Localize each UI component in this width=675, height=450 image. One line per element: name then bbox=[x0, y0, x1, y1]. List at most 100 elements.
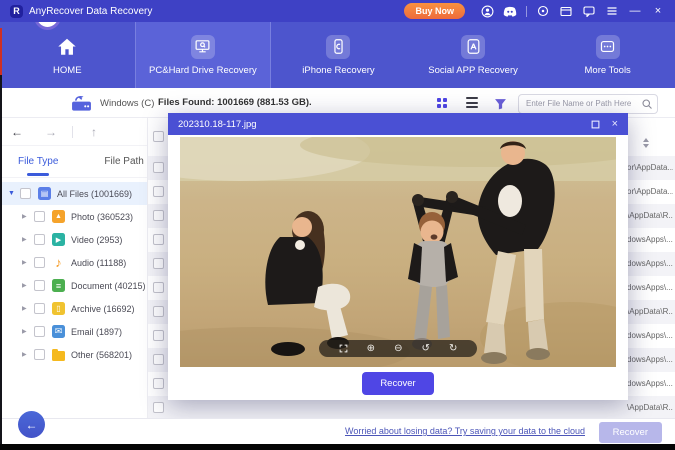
tab-pc-label: PC&Hard Drive Recovery bbox=[149, 65, 257, 76]
drive-icon bbox=[70, 95, 93, 117]
back-arrow-icon[interactable]: ← bbox=[0, 125, 34, 139]
sort-icon[interactable] bbox=[643, 138, 650, 148]
checkbox[interactable] bbox=[153, 162, 164, 173]
tab-more-label: More Tools bbox=[585, 65, 631, 76]
tab-more-tools[interactable]: More Tools bbox=[540, 22, 675, 88]
arrow-divider bbox=[72, 126, 73, 138]
checkbox[interactable] bbox=[153, 378, 164, 389]
drive-label: Windows (C) bbox=[100, 98, 154, 109]
back-button[interactable]: ← bbox=[18, 411, 45, 438]
checkbox[interactable] bbox=[34, 280, 45, 291]
collapse-icon[interactable]: ▼ bbox=[8, 190, 20, 197]
maximize-icon[interactable] bbox=[591, 120, 600, 129]
tree-item-document[interactable]: ▶ ≡ Document (40215) bbox=[0, 274, 147, 297]
cloud-save-link[interactable]: Worried about losing data? Try saving yo… bbox=[345, 426, 585, 436]
forward-arrow-icon[interactable]: → bbox=[34, 125, 68, 139]
checkbox[interactable] bbox=[34, 257, 45, 268]
modal-footer: Recover bbox=[168, 367, 628, 400]
tab-file-path[interactable]: File Path bbox=[102, 147, 145, 176]
tab-file-type[interactable]: File Type bbox=[16, 147, 60, 176]
modal-close-icon[interactable]: × bbox=[612, 119, 618, 130]
checkbox[interactable] bbox=[34, 303, 45, 314]
menu-icon[interactable] bbox=[605, 4, 619, 18]
up-arrow-icon[interactable]: ↑ bbox=[77, 125, 111, 139]
tree-item-audio[interactable]: ▶ ♪ Audio (11188) bbox=[0, 251, 147, 274]
checkbox[interactable] bbox=[153, 210, 164, 221]
checkbox[interactable] bbox=[153, 186, 164, 197]
checkbox[interactable] bbox=[153, 402, 164, 413]
tree-item-video[interactable]: ▶ ▶ Video (2953) bbox=[0, 228, 147, 251]
sidebar-tabs: File Type File Path bbox=[0, 146, 147, 178]
checkbox[interactable] bbox=[34, 211, 45, 222]
checkbox[interactable] bbox=[34, 349, 45, 360]
bottom-edge bbox=[0, 444, 675, 450]
expand-icon[interactable]: ▶ bbox=[22, 328, 34, 335]
feedback-icon[interactable] bbox=[582, 4, 596, 18]
expand-icon[interactable]: ▶ bbox=[22, 213, 34, 220]
social-app-icon bbox=[461, 35, 485, 59]
checkbox[interactable] bbox=[153, 330, 164, 341]
tab-pc-hard-drive-recovery[interactable]: PC&Hard Drive Recovery bbox=[135, 22, 272, 88]
zoom-out-icon[interactable]: ⊖ bbox=[394, 344, 402, 354]
footer-recover-button[interactable]: Recover bbox=[599, 422, 662, 443]
checkbox[interactable] bbox=[153, 258, 164, 269]
files-found-text: Files Found: 1001669 (881.53 GB). bbox=[158, 97, 312, 108]
account-icon[interactable] bbox=[480, 4, 494, 18]
modal-header[interactable]: 202310.18-117.jpg × bbox=[168, 113, 628, 135]
expand-icon[interactable]: ▶ bbox=[22, 236, 34, 243]
rotate-left-icon[interactable]: ↺ bbox=[422, 344, 430, 354]
rotate-right-icon[interactable]: ↻ bbox=[449, 344, 457, 354]
main-nav: HOME PC&Hard Drive Recovery iPhone Recov… bbox=[0, 22, 675, 88]
checkbox[interactable] bbox=[20, 188, 31, 199]
tab-social-app-recovery[interactable]: Social APP Recovery bbox=[406, 22, 541, 88]
select-all-checkbox[interactable] bbox=[153, 131, 164, 142]
checkbox[interactable] bbox=[153, 306, 164, 317]
expand-icon[interactable]: ▶ bbox=[22, 351, 34, 358]
pc-search-icon bbox=[191, 35, 215, 59]
expand-icon[interactable]: ▶ bbox=[22, 259, 34, 266]
grid-view-icon[interactable] bbox=[437, 98, 447, 108]
email-icon: ✉ bbox=[52, 325, 65, 338]
tab-iphone-recovery[interactable]: iPhone Recovery bbox=[271, 22, 406, 88]
checkbox[interactable] bbox=[34, 326, 45, 337]
tree-item-all-files[interactable]: ▼ ▤ All Files (1001669) bbox=[0, 182, 147, 205]
checkbox[interactable] bbox=[153, 282, 164, 293]
search-input[interactable] bbox=[518, 94, 658, 114]
list-view-icon[interactable] bbox=[466, 97, 478, 111]
titlebar-divider bbox=[526, 6, 527, 17]
app-window: R AnyRecover Data Recovery Buy Now bbox=[0, 0, 675, 450]
app-logo-icon: R bbox=[10, 5, 23, 18]
fullscreen-icon[interactable] bbox=[339, 344, 348, 353]
zoom-in-icon[interactable]: ⊕ bbox=[367, 344, 375, 354]
more-tools-icon bbox=[596, 35, 620, 59]
expand-icon[interactable]: ▶ bbox=[22, 282, 34, 289]
modal-recover-button[interactable]: Recover bbox=[362, 372, 433, 395]
folder-icon bbox=[52, 351, 65, 361]
expand-icon[interactable]: ▶ bbox=[22, 305, 34, 312]
sidebar: ← → ↑ File Type File Path ▼ ▤ All Files … bbox=[0, 118, 148, 418]
checkbox[interactable] bbox=[34, 234, 45, 245]
photo-icon: ▲ bbox=[52, 210, 65, 223]
tree-item-photo[interactable]: ▶ ▲ Photo (360523) bbox=[0, 205, 147, 228]
buy-now-button[interactable]: Buy Now bbox=[404, 3, 465, 19]
search-icon[interactable] bbox=[641, 97, 653, 115]
audio-icon: ♪ bbox=[52, 256, 65, 269]
minimize-icon[interactable]: — bbox=[628, 4, 642, 18]
support-icon[interactable] bbox=[536, 4, 550, 18]
left-edge-red bbox=[0, 28, 2, 75]
app-title: AnyRecover Data Recovery bbox=[29, 6, 152, 17]
left-edge-black bbox=[0, 75, 2, 444]
folder-icon[interactable] bbox=[559, 4, 573, 18]
tree-item-archive[interactable]: ▶ ▯ Archive (16692) bbox=[0, 297, 147, 320]
tree-item-email[interactable]: ▶ ✉ Email (1897) bbox=[0, 320, 147, 343]
close-icon[interactable]: × bbox=[651, 4, 665, 18]
tree-item-other[interactable]: ▶ Other (568201) bbox=[0, 343, 147, 366]
tab-home[interactable]: HOME bbox=[0, 22, 135, 88]
file-type-tree: ▼ ▤ All Files (1001669) ▶ ▲ Photo (36052… bbox=[0, 178, 147, 366]
discord-icon[interactable] bbox=[503, 4, 517, 18]
tab-social-label: Social APP Recovery bbox=[428, 65, 518, 76]
tab-iphone-label: iPhone Recovery bbox=[302, 65, 374, 76]
checkbox[interactable] bbox=[153, 354, 164, 365]
checkbox[interactable] bbox=[153, 234, 164, 245]
search-box bbox=[518, 93, 658, 113]
